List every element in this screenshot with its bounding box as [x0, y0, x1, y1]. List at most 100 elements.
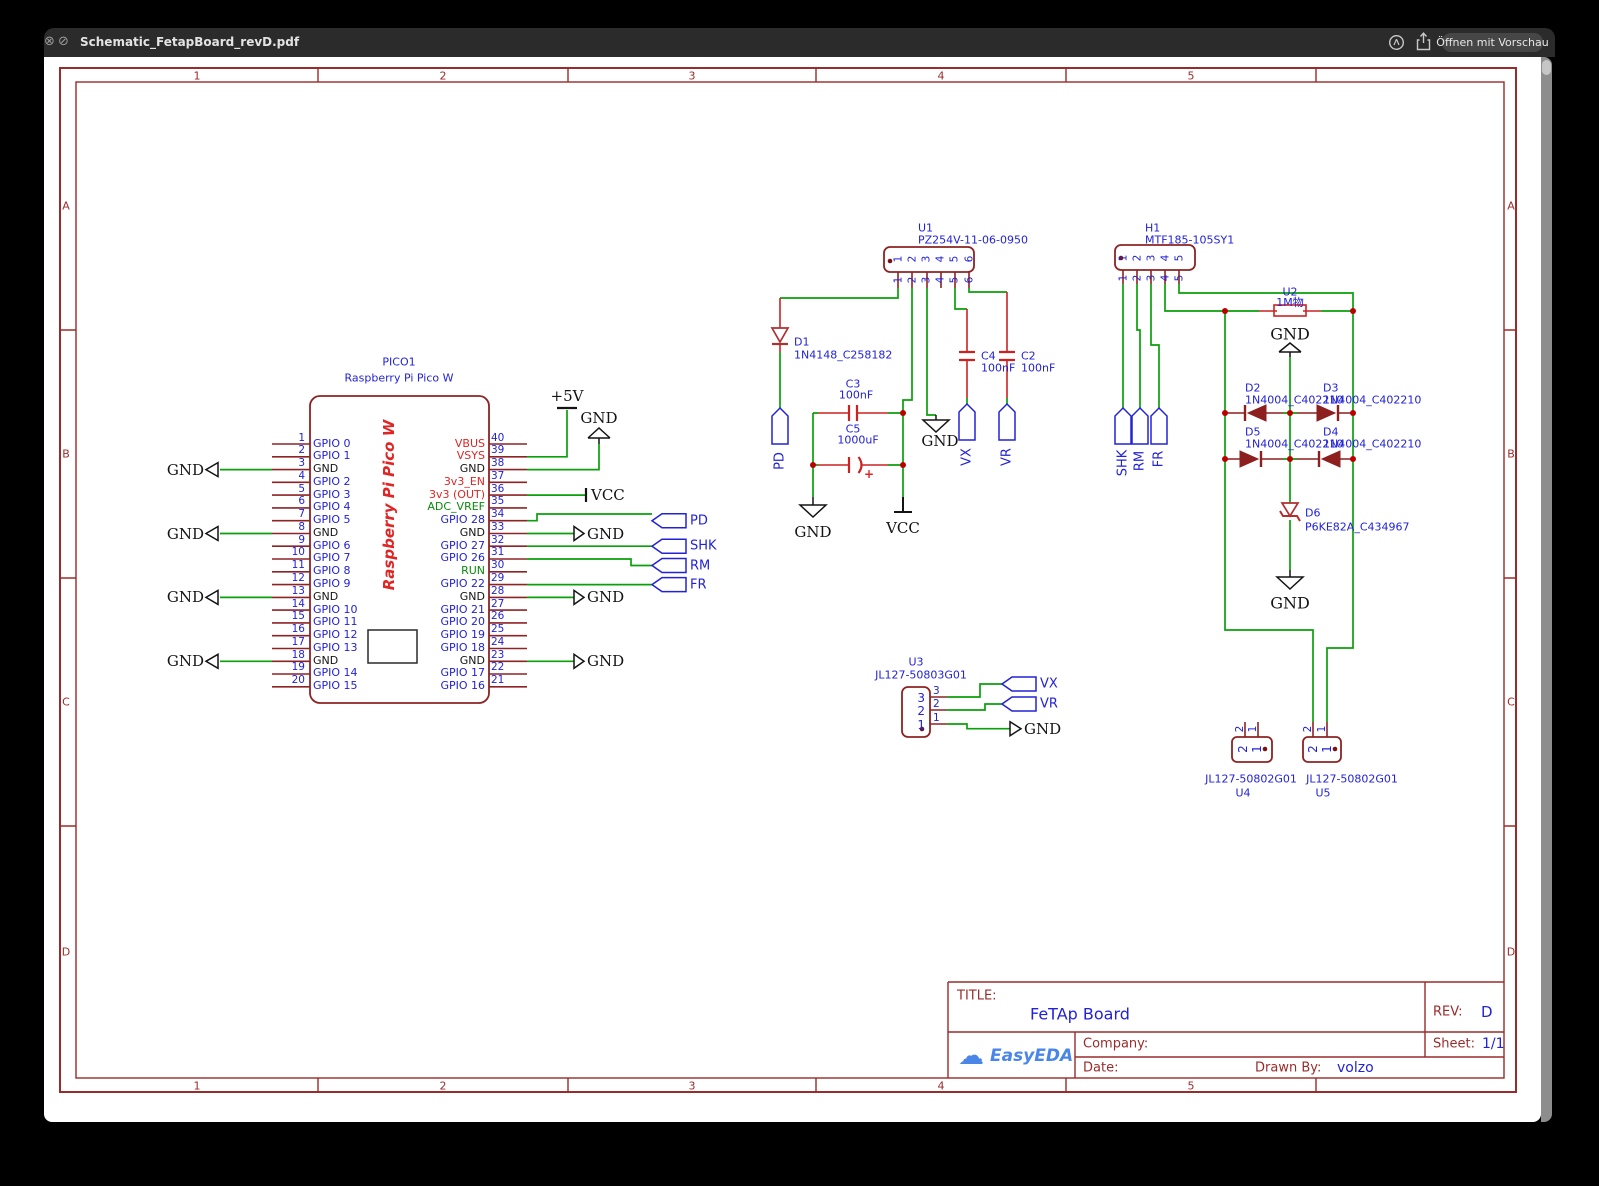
pico-right-pin-names: VBUS VSYS GND 3v3_EN 3v3 (OUT) ADC_VREF …	[379, 437, 485, 693]
pin-name: GPIO 17	[440, 666, 485, 680]
frame-col-label: 2	[439, 1079, 447, 1093]
u5-pin-number-outer: 2	[1302, 725, 1314, 733]
c5-plus-sign: +	[863, 467, 875, 481]
diode-d4	[1320, 450, 1341, 468]
pin-name: GPIO 19	[440, 628, 485, 642]
c5-value: 1000uF	[837, 433, 879, 447]
pin-name: GPIO 1	[313, 449, 351, 463]
gnd-label: GND	[166, 588, 204, 607]
rm-flag-vert	[1131, 406, 1149, 445]
pin-name: GPIO 10	[313, 602, 358, 616]
pin-name: GND	[459, 653, 485, 667]
rm-flag	[650, 557, 687, 574]
u4-refdes: U4	[1235, 786, 1251, 800]
pico-part: Raspberry Pi Pico W	[344, 371, 454, 385]
screen: { "window": { "title": "Schematic_FetapB…	[0, 0, 1599, 1186]
gnd-label: GND	[794, 523, 832, 541]
diode-d6	[1279, 502, 1301, 522]
u4-pin-number-outer: 2	[1234, 725, 1246, 733]
u3-pin-number-outer: 2	[933, 698, 940, 710]
u3-pin-number-inner: 1	[917, 718, 925, 732]
pin-name: GPIO 15	[313, 679, 358, 693]
d6-part: P6KE82A_C434967	[1305, 520, 1410, 534]
gnd-signal-813	[798, 497, 828, 519]
pico-refdes: PICO1	[382, 355, 416, 369]
d6-refdes: D6	[1305, 506, 1321, 520]
shk-flag	[650, 538, 687, 554]
pin-name: GPIO 21	[440, 602, 485, 616]
pin-name: GPIO 18	[440, 640, 485, 654]
frame-col-label: 2	[439, 69, 447, 83]
vr-flag-u3	[1000, 696, 1037, 712]
pin-name: GPIO 8	[313, 564, 351, 578]
frame-row-label: D	[1506, 945, 1516, 959]
vcc-label: VCC	[886, 519, 920, 537]
company-label: Company:	[1083, 1036, 1149, 1052]
pin-name: GPIO 11	[313, 615, 358, 629]
shk-net-label: SHK	[1115, 449, 1131, 477]
u5-pin-number-inner: 1	[1320, 745, 1334, 753]
drawn-by-value: volzo	[1337, 1060, 1374, 1076]
d1-part: 1N4148_C258182	[794, 348, 893, 362]
u5-refdes: U5	[1315, 786, 1331, 800]
fr-net-label: FR	[1151, 450, 1167, 468]
gnd-label: GND	[1270, 593, 1310, 613]
u3-refdes: U3	[908, 655, 924, 669]
pin-name: GPIO 7	[313, 551, 351, 565]
pin-name: GND	[459, 525, 485, 539]
pin-name: GPIO 13	[313, 640, 358, 654]
gnd-label: GND	[166, 524, 204, 543]
diode-d3	[1316, 404, 1337, 422]
pin-name: GPIO 28	[440, 513, 485, 527]
easyeda-cloud-icon: ☁	[958, 1041, 984, 1071]
gnd-signal-d6	[1275, 570, 1305, 591]
vr-net-label: VR	[999, 448, 1015, 466]
diode-d1	[770, 327, 790, 346]
pin-name: 3v3_EN	[443, 474, 485, 488]
pin-name: GPIO 4	[313, 500, 351, 514]
shk-net-label: SHK	[690, 538, 717, 554]
frame-row-label: C	[1507, 695, 1515, 709]
frame-row-label: C	[62, 695, 70, 709]
vr-flag-vert	[998, 402, 1016, 441]
c3-value: 100nF	[838, 388, 874, 402]
u5-pin-number-outer: 1	[1316, 725, 1328, 733]
easyeda-logo-text: EasyEDA	[990, 1046, 1074, 1066]
d4-part: 1N4004_C402210	[1323, 437, 1422, 451]
u1-pin-numbers-outer: 123 456	[892, 276, 975, 284]
u3-pin-number-inner: 2	[917, 704, 925, 718]
pd-flag	[650, 512, 687, 529]
frame-row-label: D	[61, 945, 71, 959]
gnd-label: GND	[1024, 719, 1062, 738]
u3-part: JL127-50803G01	[875, 668, 967, 682]
c4-value: 100nF	[981, 361, 1016, 375]
vx-net-label: VX	[959, 448, 975, 466]
gnd-tent-top	[587, 426, 611, 444]
gnd-label: GND	[921, 432, 959, 450]
gnd-flags-right	[573, 525, 586, 670]
pin-name: GPIO 9	[313, 577, 351, 591]
fr-flag	[650, 576, 687, 593]
pd-flag-vert	[771, 406, 789, 445]
frame-col-label: 5	[1187, 1079, 1195, 1093]
gnd-label: GND	[580, 409, 618, 427]
pico-left-pin-names: GPIO 0 GPIO 1 GND GPIO 2 GPIO 3 GPIO 4 G…	[313, 437, 358, 693]
gnd-signal-936	[921, 415, 951, 434]
gnd-label: GND	[587, 588, 625, 607]
frame-col-label: 4	[937, 1079, 945, 1093]
rm-net-label: RM	[1132, 450, 1148, 472]
frame-col-label: 1	[193, 69, 201, 83]
vcc-label: VCC	[591, 486, 625, 504]
pin-name: GPIO 2	[313, 474, 351, 488]
frame-col-label: 3	[688, 1079, 696, 1093]
gnd-label: GND	[166, 460, 204, 479]
h1-pin-numbers-outer: 123 45	[1117, 274, 1185, 282]
diode-d5	[1239, 450, 1260, 468]
title-label: TITLE:	[957, 988, 997, 1004]
schematic-canvas	[59, 67, 1517, 1093]
pin-name: GPIO 20	[440, 615, 485, 629]
c5-curved-plate	[857, 456, 863, 474]
frame-col-label: 1	[193, 1079, 201, 1093]
pin-name: GPIO 16	[440, 679, 485, 693]
sheet-value: 1/1	[1482, 1036, 1505, 1052]
